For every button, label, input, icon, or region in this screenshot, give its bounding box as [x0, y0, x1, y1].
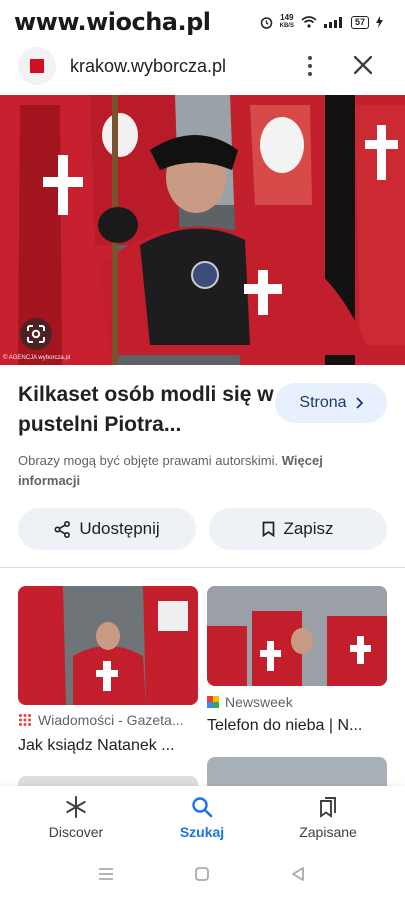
page-header: krakow.wyborcza.pl — [0, 44, 405, 92]
save-label: Zapisz — [283, 519, 334, 538]
bottom-navigation: Discover Szukaj Zapisane — [0, 786, 405, 852]
share-button[interactable]: Udostępnij — [18, 508, 196, 550]
visit-page-button[interactable]: Strona — [275, 383, 387, 423]
related-title[interactable]: Jak ksiądz Natanek ... — [18, 737, 193, 755]
nav-saved[interactable]: Zapisane — [273, 796, 383, 840]
related-source: Wiadomości - Gazeta... — [18, 712, 184, 728]
share-icon — [54, 520, 71, 538]
related-thumbnail[interactable] — [207, 586, 387, 686]
bookmark-icon — [263, 521, 275, 537]
site-url[interactable]: krakow.wyborcza.pl — [70, 56, 226, 77]
hero-photo — [0, 95, 405, 365]
status-icons: 149 KB/S 57 — [260, 14, 383, 30]
bookmarks-icon — [320, 797, 336, 818]
google-lens-icon — [27, 325, 45, 343]
newsweek-logo-icon — [207, 696, 219, 708]
back-icon[interactable] — [290, 866, 306, 882]
save-button[interactable]: Zapisz — [209, 508, 387, 550]
alarm-icon — [260, 16, 272, 29]
image-credit: © AGENCJA wyborcza.pl — [3, 355, 71, 361]
visit-page-label: Strona — [299, 394, 347, 411]
section-divider — [0, 567, 405, 568]
related-thumbnail[interactable] — [18, 586, 198, 705]
result-title[interactable]: Kilkaset osób modli się w pustelni Piotr… — [18, 380, 283, 440]
signal-icon — [323, 16, 342, 28]
watermark: www.wiocha.pl — [14, 8, 211, 36]
related-title[interactable]: Telefon do nieba | N... — [207, 717, 387, 735]
share-label: Udostępnij — [79, 519, 160, 538]
related-source: Newsweek — [207, 694, 293, 710]
google-lens-button[interactable] — [20, 318, 52, 350]
more-options-button[interactable] — [300, 52, 320, 80]
status-bar: www.wiocha.pl 149 KB/S 57 — [0, 0, 405, 44]
charging-icon — [376, 16, 383, 28]
site-favicon — [18, 47, 56, 85]
gazeta-logo-icon — [19, 714, 31, 726]
network-speed: 149 KB/S — [279, 13, 294, 30]
wifi-icon — [301, 16, 317, 28]
home-icon[interactable] — [194, 866, 210, 882]
nav-search[interactable]: Szukaj — [147, 796, 257, 840]
search-icon — [192, 797, 213, 818]
copyright-notice: Obrazy mogą być objęte prawami autorskim… — [18, 453, 323, 488]
asterisk-icon — [66, 796, 86, 818]
recent-apps-icon[interactable] — [97, 866, 115, 882]
nav-discover[interactable]: Discover — [21, 796, 131, 840]
system-navigation-bar — [0, 852, 405, 900]
battery-indicator: 57 — [350, 15, 369, 29]
more-vert-icon — [308, 56, 312, 60]
chevron-right-icon — [355, 397, 363, 409]
close-button[interactable] — [348, 50, 378, 80]
hero-image[interactable] — [0, 95, 405, 365]
